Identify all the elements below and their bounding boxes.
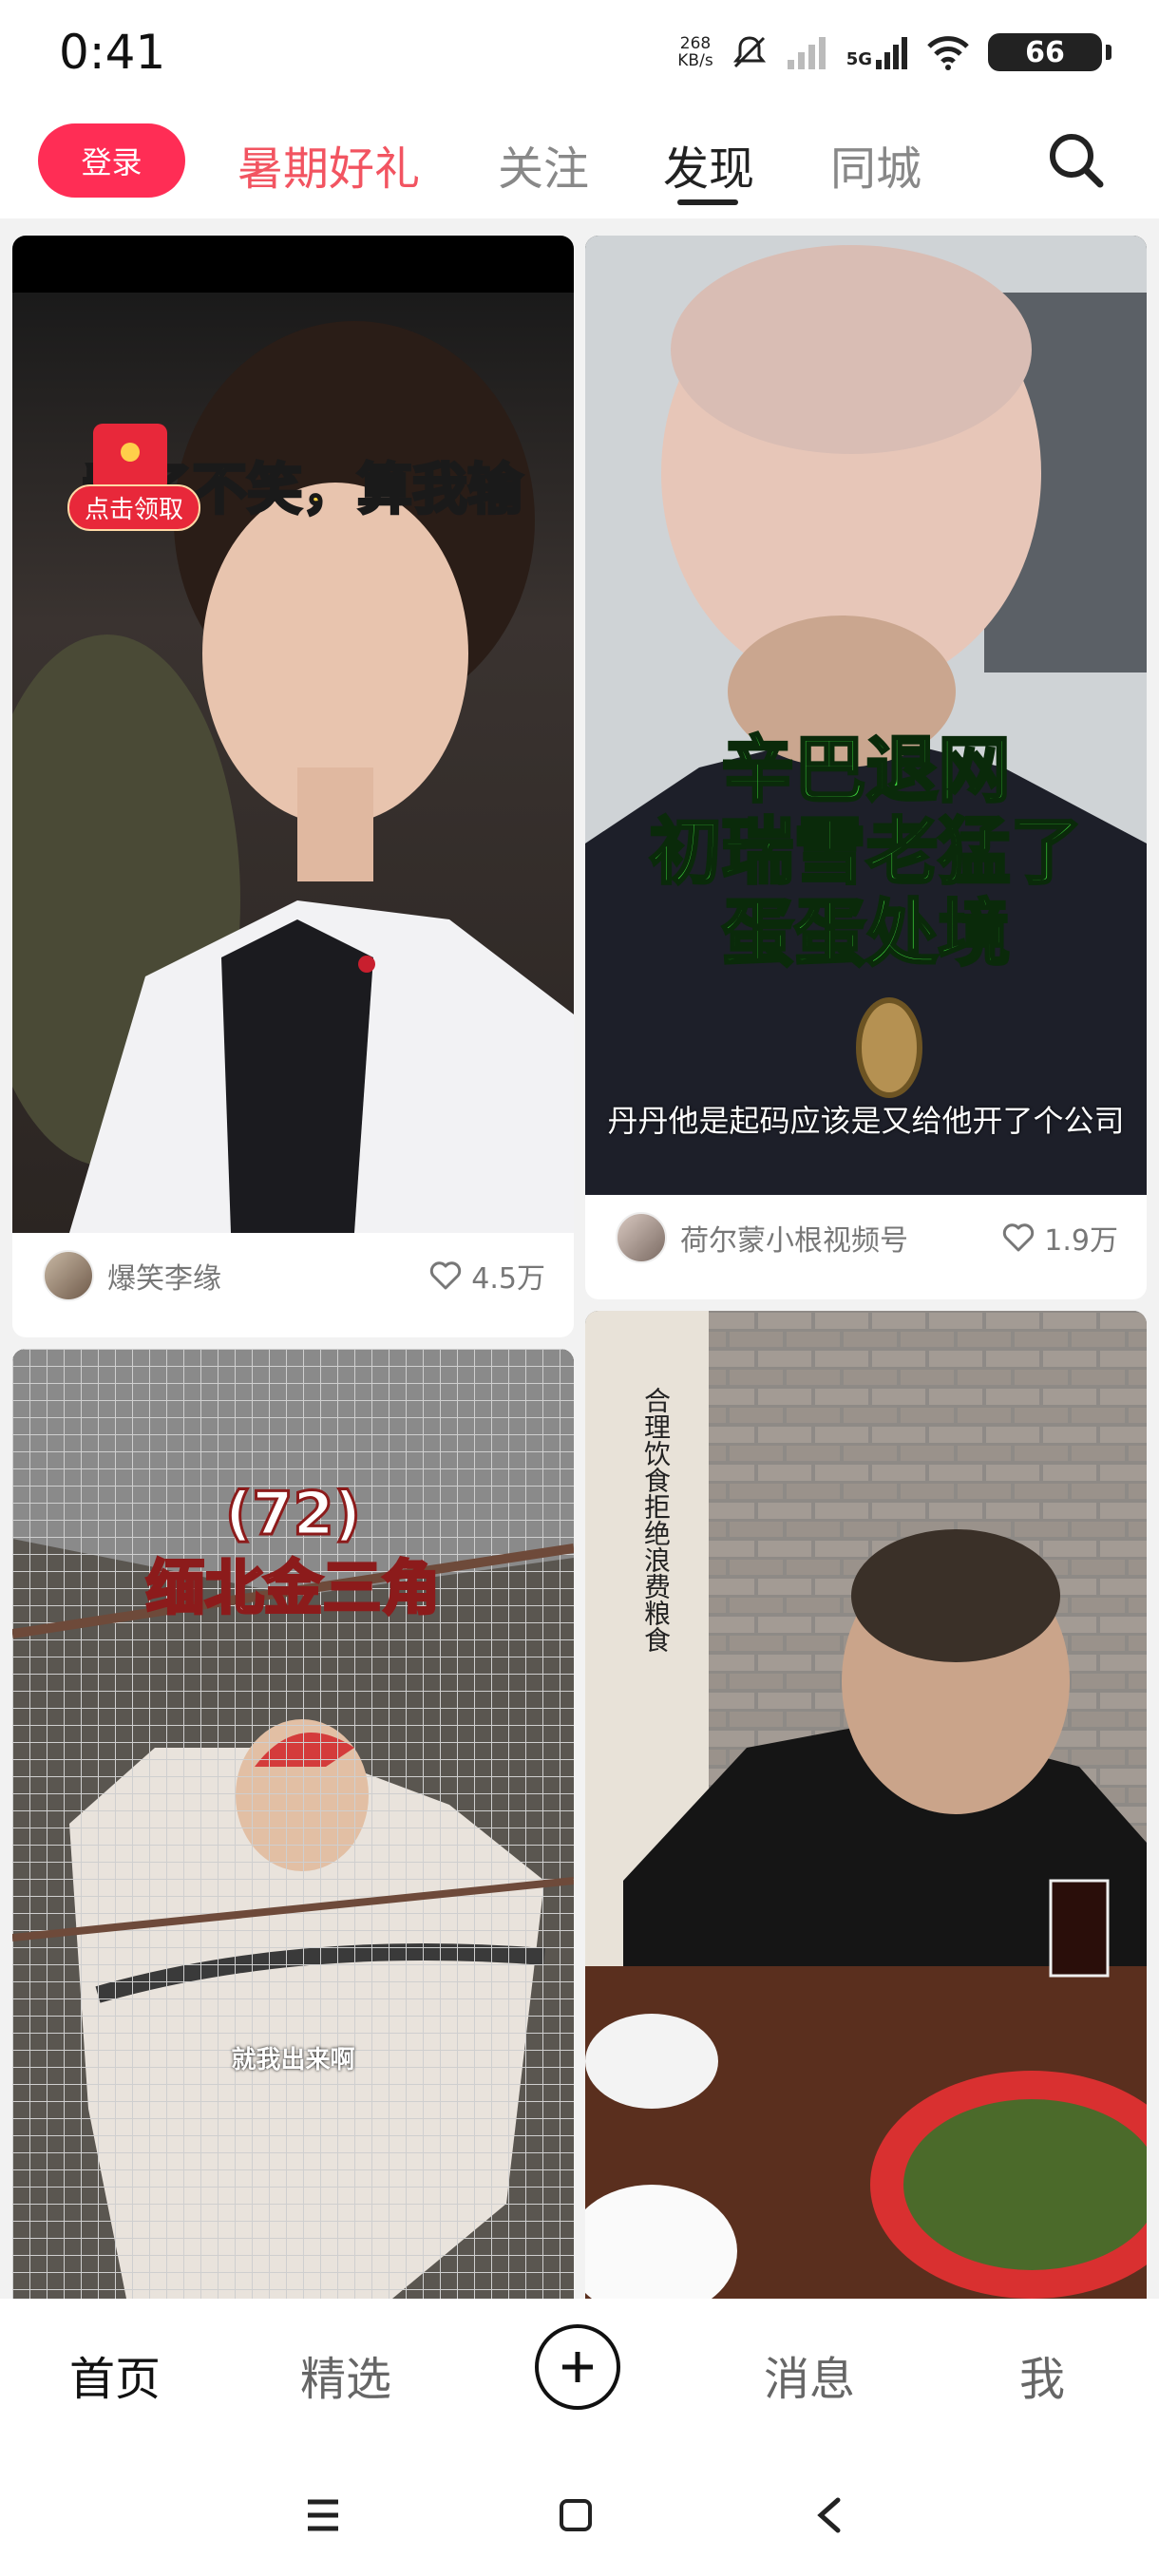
- signal-weak-icon: [787, 37, 826, 69]
- video-card[interactable]: 合理饮食拒绝浪费粮食: [585, 1311, 1147, 2299]
- video-card[interactable]: 看了不笑，算我输 点击领取 爆笑李缘 4.5万: [12, 236, 574, 1337]
- video-thumbnail[interactable]: (72) 缅北金三角 就我出来啊: [12, 1349, 574, 2299]
- heart-icon: [430, 1261, 462, 1290]
- nav-messages[interactable]: 消息: [764, 2341, 855, 2408]
- card-meta: 爆笑李缘 4.5万: [12, 1233, 574, 1318]
- nav-me[interactable]: 我: [1019, 2341, 1065, 2408]
- back-icon[interactable]: [813, 2496, 844, 2534]
- tab-summer-gift[interactable]: 暑期好礼: [238, 131, 420, 198]
- status-bar: 0:41 268 KB/s 5G 66: [0, 0, 1159, 104]
- create-button[interactable]: [535, 2324, 620, 2410]
- active-tab-indicator: [677, 199, 738, 205]
- video-subtitle: 就我出来啊: [231, 2046, 355, 2074]
- card-meta: 荷尔蒙小根视频号 1.9万: [585, 1195, 1147, 1280]
- author-name[interactable]: 爆笑李缘: [107, 1255, 429, 1297]
- video-card[interactable]: (72) 缅北金三角 就我出来啊: [12, 1349, 574, 2299]
- status-icons: 268 KB/s 5G 66: [677, 28, 1112, 76]
- video-thumbnail[interactable]: 看了不笑，算我输 点击领取: [12, 236, 574, 1233]
- top-nav: 登录 暑期好礼 关注 发现 同城: [0, 104, 1159, 218]
- video-card[interactable]: 辛巴退网 初瑞雪老猛了 蛋蛋处境 丹丹他是起码应该是又给他开了个公司 荷尔蒙小根…: [585, 236, 1147, 1299]
- nav-featured[interactable]: 精选: [300, 2341, 391, 2408]
- video-thumbnail[interactable]: 合理饮食拒绝浪费粮食: [585, 1311, 1147, 2299]
- claim-badge[interactable]: 点击领取: [67, 484, 201, 531]
- red-packet-icon[interactable]: [93, 424, 167, 492]
- tab-local[interactable]: 同城: [830, 131, 922, 198]
- login-button[interactable]: 登录: [38, 123, 185, 198]
- like-count[interactable]: 4.5万: [429, 1255, 545, 1297]
- plus-icon: [562, 2352, 593, 2382]
- video-caption: 丹丹他是起码应该是又给他开了个公司: [607, 1103, 1125, 1139]
- like-count[interactable]: 1.9万: [1002, 1217, 1118, 1259]
- signal-5g-icon: 5G: [846, 35, 908, 69]
- heart-icon: [1003, 1223, 1035, 1252]
- wall-sign: 合理饮食拒绝浪费粮食: [640, 1387, 672, 1653]
- video-thumbnail[interactable]: 辛巴退网 初瑞雪老猛了 蛋蛋处境 丹丹他是起码应该是又给他开了个公司: [585, 236, 1147, 1195]
- avatar[interactable]: [616, 1212, 667, 1263]
- tab-discover[interactable]: 发现: [663, 131, 754, 198]
- bottom-nav: 首页 精选 消息 我: [0, 2299, 1159, 2441]
- video-overlay-title: 辛巴退网 初瑞雪老猛了 蛋蛋处境: [648, 728, 1084, 975]
- video-overlay-title: (72) 缅北金三角: [144, 1478, 442, 1624]
- battery-icon: 66: [988, 33, 1112, 71]
- menu-icon[interactable]: [304, 2498, 342, 2532]
- status-time: 0:41: [59, 25, 166, 80]
- home-square-icon[interactable]: [559, 2498, 593, 2532]
- wifi-icon: [927, 36, 969, 70]
- search-icon[interactable]: [1045, 129, 1106, 190]
- avatar[interactable]: [43, 1250, 94, 1301]
- nav-home[interactable]: 首页: [69, 2341, 161, 2408]
- tab-following[interactable]: 关注: [498, 131, 589, 198]
- net-speed: 268 KB/s: [677, 34, 713, 70]
- author-name[interactable]: 荷尔蒙小根视频号: [680, 1217, 1002, 1259]
- system-nav-bar: [0, 2441, 1159, 2576]
- bell-muted-icon: [732, 36, 766, 68]
